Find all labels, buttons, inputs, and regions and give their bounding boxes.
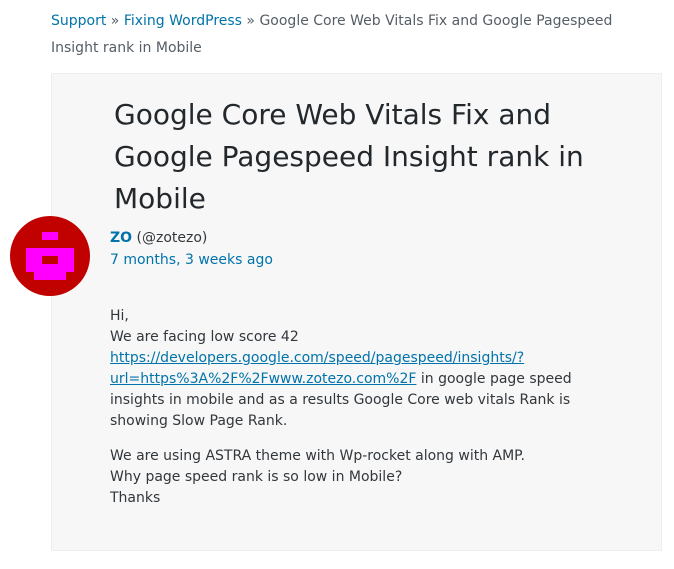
author-handle: (@zotezo) <box>136 230 208 246</box>
breadcrumb-separator: » <box>110 13 120 29</box>
avatar-pattern-icon <box>26 232 74 280</box>
topic-title: Google Core Web Vitals Fix and Google Pa… <box>114 98 584 215</box>
post-line: We are facing low score 42 <box>110 329 299 345</box>
author-info: ZO (@zotezo) <box>110 227 207 249</box>
post-signoff: Thanks <box>110 490 161 506</box>
post-paragraph-2: We are using ASTRA theme with Wp-rocket … <box>110 446 625 509</box>
author-name-link[interactable]: ZO <box>110 230 132 246</box>
post-greeting: Hi, <box>110 308 129 324</box>
post-line: We are using ASTRA theme with Wp-rocket … <box>110 448 525 464</box>
post-date-link[interactable]: 7 months, 3 weeks ago <box>110 249 273 271</box>
post-body: Hi, We are facing low score 42 https://d… <box>110 306 625 509</box>
post-paragraph-1: Hi, We are facing low score 42 https://d… <box>110 306 625 432</box>
post-line: Why page speed rank is so low in Mobile? <box>110 469 403 485</box>
identicon-avatar[interactable] <box>10 216 90 296</box>
breadcrumb-fixing-wordpress-link[interactable]: Fixing WordPress <box>124 13 242 29</box>
breadcrumb-support-link[interactable]: Support <box>51 13 106 29</box>
breadcrumb: Support » Fixing WordPress » Google Core… <box>51 8 651 62</box>
breadcrumb-separator: » <box>246 13 255 29</box>
